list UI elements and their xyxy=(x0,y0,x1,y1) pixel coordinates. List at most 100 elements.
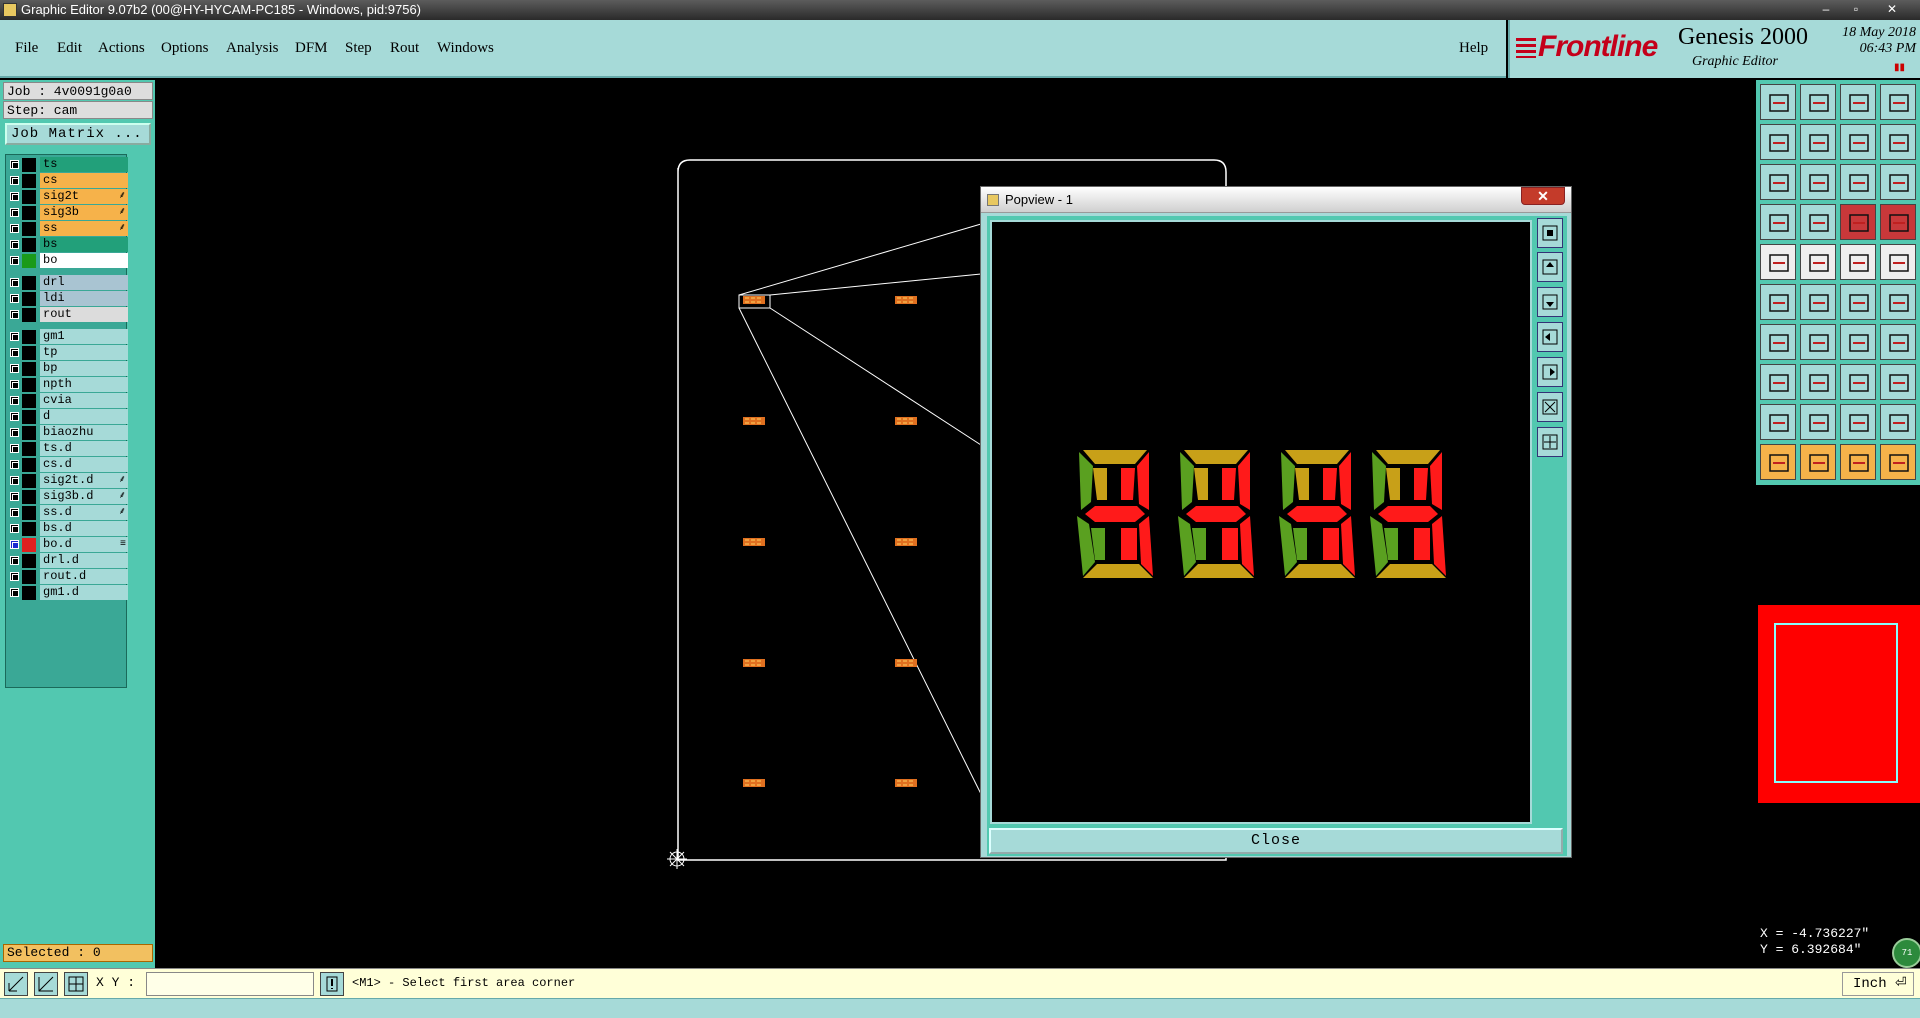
zoom-center-icon[interactable] xyxy=(1800,164,1836,200)
layer-checkbox[interactable] xyxy=(10,278,19,287)
layer-color-swatch[interactable] xyxy=(22,254,36,268)
layer-color-swatch[interactable] xyxy=(22,378,36,392)
job-matrix-button[interactable]: Job Matrix ... xyxy=(5,123,151,145)
arc-icon[interactable] xyxy=(1880,284,1916,320)
triangle-a-icon[interactable] xyxy=(1800,404,1836,440)
layer-checkbox[interactable] xyxy=(10,428,19,437)
popview-pan-down-button[interactable] xyxy=(1537,287,1563,317)
measure-icon[interactable] xyxy=(34,972,58,996)
connect-icon[interactable] xyxy=(1840,284,1876,320)
ruler-icon[interactable] xyxy=(1840,244,1876,280)
layer-row[interactable]: rout xyxy=(6,307,128,323)
layer-name[interactable]: ss.d ⸙ xyxy=(40,505,128,520)
layer-name[interactable]: tp xyxy=(40,345,128,360)
dot-icon[interactable] xyxy=(1880,244,1916,280)
measure-icon[interactable] xyxy=(1760,204,1796,240)
layer-color-swatch[interactable] xyxy=(22,238,36,252)
layer-name[interactable]: biaozhu xyxy=(40,425,128,440)
layer-row[interactable]: ldi xyxy=(6,291,128,307)
close-window-button[interactable]: ✕ xyxy=(1880,1,1904,18)
pointer-link-icon[interactable] xyxy=(1880,444,1916,480)
popview-close-x-button[interactable]: ✕ xyxy=(1521,187,1565,205)
layer-name[interactable]: bp xyxy=(40,361,128,376)
layer-color-swatch[interactable] xyxy=(22,522,36,536)
line-red-icon[interactable] xyxy=(1760,324,1796,360)
layer-checkbox[interactable] xyxy=(10,412,19,421)
layer-color-swatch[interactable] xyxy=(22,474,36,488)
layer-checkbox[interactable] xyxy=(10,224,19,233)
layer-checkbox[interactable] xyxy=(10,588,19,597)
layer-color-swatch[interactable] xyxy=(22,458,36,472)
layer-color-swatch[interactable] xyxy=(22,570,36,584)
layer-checkbox[interactable] xyxy=(10,476,19,485)
layer-color-swatch[interactable] xyxy=(22,394,36,408)
layer-checkbox[interactable] xyxy=(10,524,19,533)
arch-icon[interactable] xyxy=(1840,404,1876,440)
popview-pan-right-button[interactable] xyxy=(1537,357,1563,387)
layer-checkbox[interactable] xyxy=(10,256,19,265)
layer-name[interactable]: rout.d xyxy=(40,569,128,584)
layer-row[interactable]: biaozhu xyxy=(6,425,128,441)
layer-row[interactable]: bp xyxy=(6,361,128,377)
layer-color-swatch[interactable] xyxy=(22,442,36,456)
layer-name[interactable]: gm1 xyxy=(40,329,128,344)
menu-actions[interactable]: Actions xyxy=(98,40,145,57)
rotate-icon[interactable] xyxy=(1840,124,1876,160)
layer-name[interactable]: npth xyxy=(40,377,128,392)
snap-icon[interactable] xyxy=(4,972,28,996)
layer-row[interactable]: npth xyxy=(6,377,128,393)
menu-dfm[interactable]: DFM xyxy=(295,40,328,57)
pointer-box-icon[interactable] xyxy=(1840,444,1876,480)
layer-checkbox[interactable] xyxy=(10,460,19,469)
layer-color-swatch[interactable] xyxy=(22,490,36,504)
layer-color-swatch[interactable] xyxy=(22,222,36,236)
layer-color-swatch[interactable] xyxy=(22,506,36,520)
menu-help[interactable]: Help xyxy=(1459,40,1488,57)
layer-color-swatch[interactable] xyxy=(22,174,36,188)
layer-row[interactable]: ss ⸙ xyxy=(6,221,128,237)
popview-zoom-out-button[interactable] xyxy=(1537,427,1563,457)
layer-checkbox[interactable] xyxy=(10,310,19,319)
layer-in-icon[interactable] xyxy=(1760,124,1796,160)
layer-name[interactable]: cs.d xyxy=(40,457,128,472)
layer-name[interactable]: gm1.d xyxy=(40,585,128,600)
layer-checkbox[interactable] xyxy=(10,160,19,169)
measure-h-icon[interactable] xyxy=(1840,364,1876,400)
alert-icon[interactable] xyxy=(320,972,344,996)
layer-checkbox[interactable] xyxy=(10,396,19,405)
transform-icon[interactable] xyxy=(1880,364,1916,400)
layer-row[interactable]: ts.d xyxy=(6,441,128,457)
layer-color-swatch[interactable] xyxy=(22,362,36,376)
layer-row[interactable]: bs xyxy=(6,237,128,253)
layer-row[interactable]: cs.d xyxy=(6,457,128,473)
layer-row[interactable]: gm1 xyxy=(6,329,128,345)
scale-icon[interactable] xyxy=(1840,164,1876,200)
layer-name[interactable]: sig3b.d ⸙ xyxy=(40,489,128,504)
layer-out-icon[interactable] xyxy=(1800,124,1836,160)
layer-color-swatch[interactable] xyxy=(22,308,36,322)
layer-name[interactable]: sig2t.d ⸙ xyxy=(40,473,128,488)
pad-select-icon[interactable] xyxy=(1760,244,1796,280)
layer-name[interactable]: cvia xyxy=(40,393,128,408)
rotate-arrow-icon[interactable] xyxy=(1840,324,1876,360)
menu-edit[interactable]: Edit xyxy=(57,40,82,57)
help-icon[interactable] xyxy=(1880,164,1916,200)
node-icon[interactable] xyxy=(1760,284,1796,320)
triangle-red-icon[interactable] xyxy=(1760,404,1796,440)
maximize-button[interactable]: ▫ xyxy=(1844,1,1868,18)
menu-options[interactable]: Options xyxy=(161,40,209,57)
layer-name[interactable]: bo xyxy=(40,253,128,268)
overview-viewport[interactable] xyxy=(1774,623,1898,783)
save-job-icon[interactable] xyxy=(1800,84,1836,120)
box-select-icon[interactable] xyxy=(1760,364,1796,400)
menu-rout[interactable]: Rout xyxy=(390,40,419,57)
line-icon[interactable] xyxy=(1800,244,1836,280)
layer-name[interactable]: ss ⸙ xyxy=(40,221,128,236)
grid-icon[interactable] xyxy=(64,972,88,996)
layer-checkbox[interactable] xyxy=(10,364,19,373)
layer-name[interactable]: d xyxy=(40,409,128,424)
layer-row[interactable]: tp xyxy=(6,345,128,361)
home-icon[interactable] xyxy=(1840,84,1876,120)
layer-name[interactable]: rout xyxy=(40,307,128,322)
zoom-fit-icon[interactable] xyxy=(1760,164,1796,200)
